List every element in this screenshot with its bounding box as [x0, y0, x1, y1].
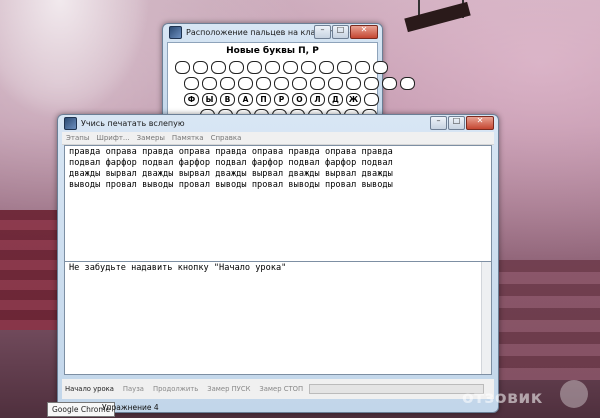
watermark-circle — [560, 380, 588, 408]
keyboard-key: П — [256, 93, 271, 106]
keyboard-key — [283, 61, 298, 74]
menu-memo[interactable]: Памятка — [172, 134, 204, 142]
keyboard-key: Ф — [184, 93, 199, 106]
close-icon: ✕ — [476, 116, 484, 125]
key-row-3: ФЫВАПРОЛДЖ — [184, 93, 382, 106]
keyboard-key — [175, 61, 190, 74]
app-icon — [169, 26, 182, 39]
key-row-1 — [175, 61, 391, 74]
lesson-line: правда оправа правда оправа правда оправ… — [69, 147, 393, 157]
keyboard-key — [274, 77, 289, 90]
keyboard-key: Р — [274, 93, 289, 106]
keyboard-key — [328, 77, 343, 90]
keyboard-key — [292, 77, 307, 90]
keyboard-key — [229, 61, 244, 74]
keyboard-key — [256, 77, 271, 90]
keyboard-key — [211, 61, 226, 74]
keyboard-key — [184, 77, 199, 90]
keyboard-key — [364, 77, 379, 90]
keyboard-key — [337, 61, 352, 74]
minimize-icon: – — [436, 116, 441, 125]
minimize-button[interactable]: – — [314, 25, 331, 39]
menu-bar: Этапы Шрифт... Замеры Памятка Справка — [62, 132, 494, 145]
keyboard-key — [400, 77, 415, 90]
app-icon — [64, 117, 77, 130]
swing-seat — [404, 1, 471, 33]
vertical-scrollbar[interactable] — [481, 262, 491, 374]
keyboard-key — [364, 93, 379, 106]
taskbar-item-exercise[interactable]: Упражнение 4 — [102, 403, 159, 412]
measure-stop-button[interactable]: Замер СТОП — [259, 385, 303, 393]
start-hint-text: Не забудьте надавить кнопку "Начало урок… — [69, 263, 287, 273]
keyboard-key — [355, 61, 370, 74]
bench-background-right — [490, 260, 600, 380]
keyboard-key — [382, 77, 397, 90]
close-button[interactable]: ✕ — [350, 25, 378, 39]
keyboard-key — [319, 61, 334, 74]
keyboard-key — [373, 61, 388, 74]
minimize-button[interactable]: – — [430, 116, 447, 130]
watermark-logo: отзовик — [462, 388, 543, 408]
maximize-icon: □ — [336, 25, 345, 34]
main-window-title: Учись печатать вслепую — [81, 119, 185, 128]
measure-start-button[interactable]: Замер ПУСК — [207, 385, 250, 393]
continue-button[interactable]: Продолжить — [153, 385, 198, 393]
keyboard-key: В — [220, 93, 235, 106]
lesson-line: дважды вырвал дважды вырвал дважды вырва… — [69, 169, 393, 179]
maximize-button[interactable]: □ — [332, 25, 349, 39]
maximize-icon: □ — [452, 116, 461, 125]
keyboard-key — [265, 61, 280, 74]
progress-bar — [309, 384, 484, 394]
keyboard-key — [238, 77, 253, 90]
menu-font[interactable]: Шрифт... — [96, 134, 129, 142]
keyboard-key: Ы — [202, 93, 217, 106]
control-bar: Начало урока Пауза Продолжить Замер ПУСК… — [62, 379, 494, 399]
lesson-line: подвал фарфор подвал фарфор подвал фарфо… — [69, 158, 393, 168]
typing-trainer-window: Учись печатать вслепую – □ ✕ Этапы Шрифт… — [57, 114, 499, 413]
menu-stages[interactable]: Этапы — [66, 134, 89, 142]
typing-input-area[interactable]: Не забудьте надавить кнопку "Начало урок… — [64, 261, 492, 375]
keyboard-key — [247, 61, 262, 74]
keyboard-key: Л — [310, 93, 325, 106]
keyboard-window-titlebar[interactable]: Расположение пальцев на клавиатуре – □ ✕ — [163, 24, 382, 41]
menu-help[interactable]: Справка — [211, 134, 242, 142]
keyboard-key — [202, 77, 217, 90]
minimize-icon: – — [320, 25, 325, 34]
keyboard-key — [346, 77, 361, 90]
pause-button[interactable]: Пауза — [123, 385, 144, 393]
keyboard-key: Ж — [346, 93, 361, 106]
keyboard-key — [301, 61, 316, 74]
menu-measurements[interactable]: Замеры — [137, 134, 165, 142]
start-lesson-button[interactable]: Начало урока — [65, 385, 114, 393]
keyboard-key: А — [238, 93, 253, 106]
keyboard-key: Д — [328, 93, 343, 106]
keyboard-key — [193, 61, 208, 74]
keyboard-key — [310, 77, 325, 90]
close-button[interactable]: ✕ — [466, 116, 494, 130]
main-window-titlebar[interactable]: Учись печатать вслепую – □ ✕ — [58, 115, 498, 132]
new-letters-heading: Новые буквы П, Р — [226, 46, 319, 56]
keyboard-key — [220, 77, 235, 90]
key-row-2 — [184, 77, 418, 90]
close-icon: ✕ — [360, 25, 368, 34]
lesson-line: выводы провал выводы провал выводы прова… — [69, 180, 393, 190]
keyboard-key: О — [292, 93, 307, 106]
umbrella-background — [0, 0, 150, 120]
maximize-button[interactable]: □ — [448, 116, 465, 130]
